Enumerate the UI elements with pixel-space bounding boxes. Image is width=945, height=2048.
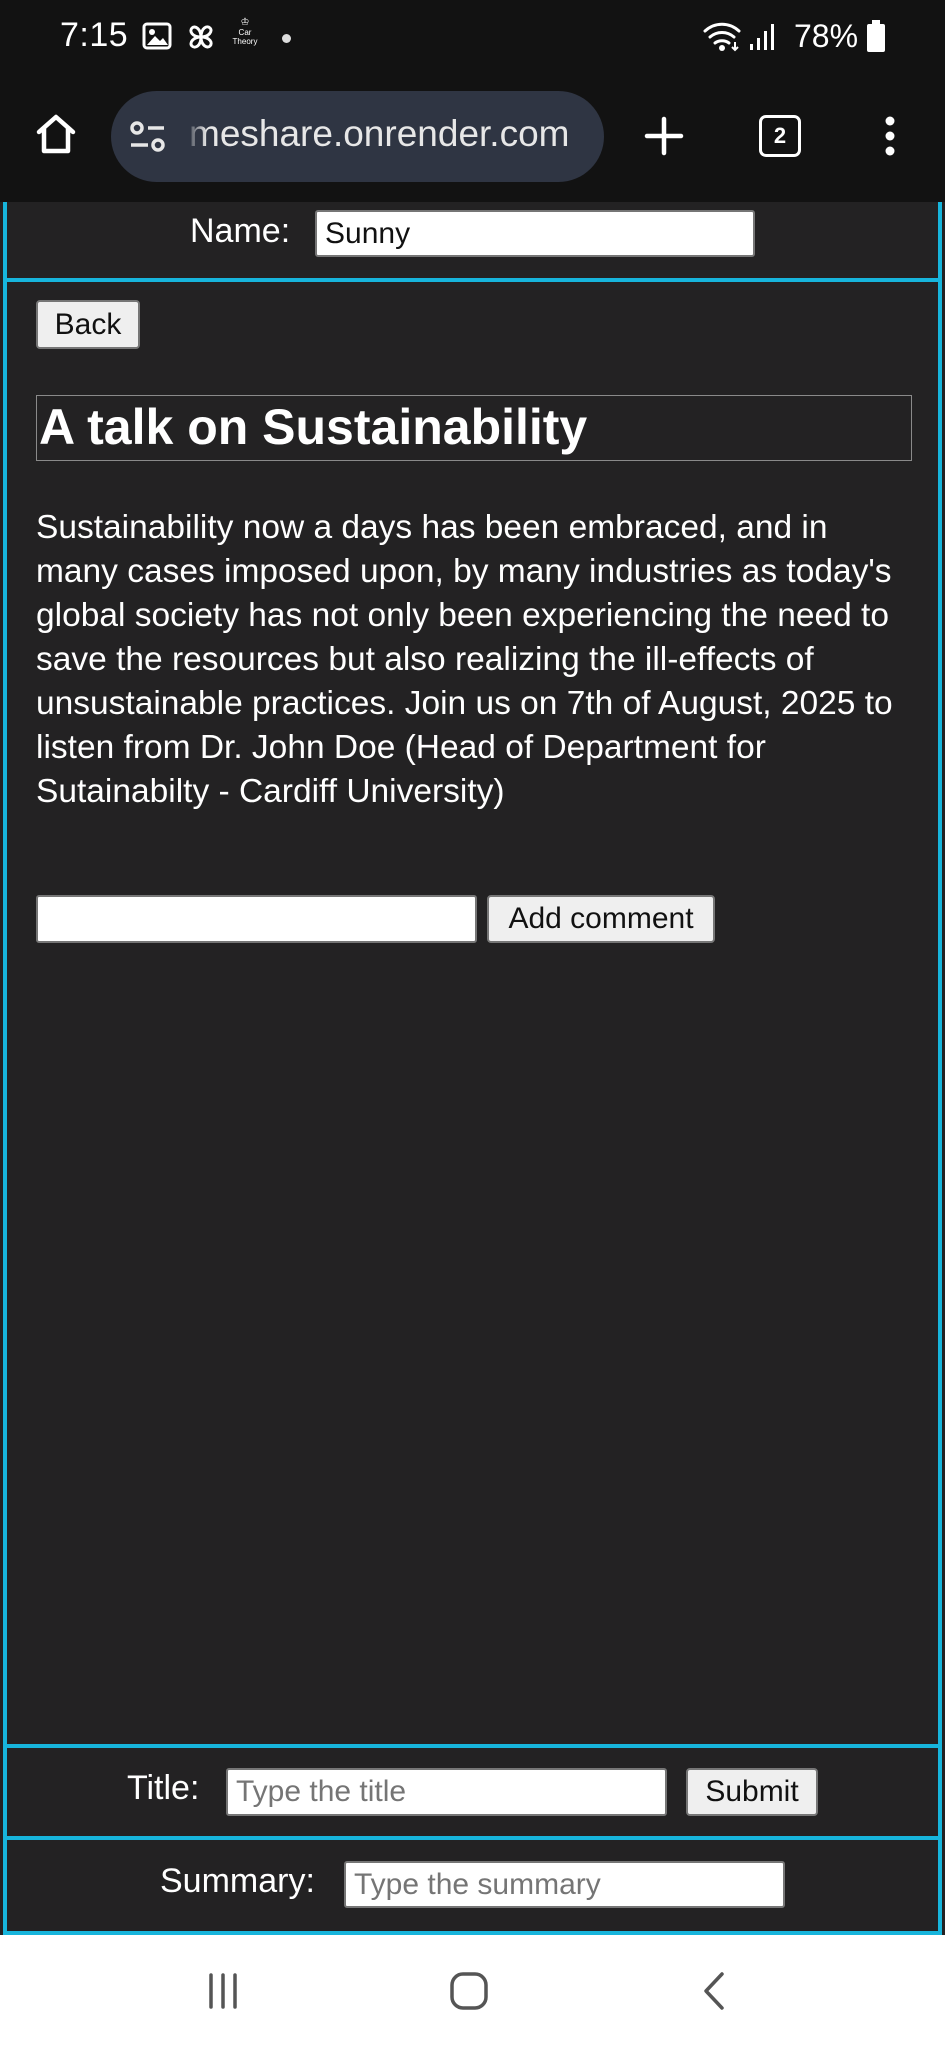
address-bar[interactable]: meshare.onrender.com [111,91,604,182]
name-label: Name: [190,212,291,250]
back-button[interactable]: Back [36,300,140,349]
summary-label: Summary: [160,1862,315,1900]
status-time: 7:15 [60,16,129,54]
more-vertical-icon [885,116,895,156]
signal-icon [750,24,774,50]
status-bar: 7:15 ♔ Car Theory 78% [0,0,945,78]
post-body: Sustainability now a days has been embra… [36,509,893,810]
tab-switcher-button[interactable]: 2 [752,108,808,164]
name-input[interactable] [315,210,755,257]
home-button[interactable] [28,106,84,162]
home-icon [36,114,76,154]
tab-count: 2 [759,115,801,157]
summary-input[interactable] [344,1861,785,1908]
submit-button[interactable]: Submit [686,1768,818,1816]
title-label: Title: [127,1769,200,1807]
home-nav-button[interactable] [436,1963,502,2019]
site-settings-icon[interactable] [128,117,168,157]
battery-icon [867,20,885,52]
notification-dot [282,34,291,43]
wifi-icon [703,22,741,52]
car-theory-label-top: Car [238,28,252,37]
home-nav-icon [450,1972,488,2010]
battery-percent: 78% [794,18,859,54]
pinwheel-icon [189,25,213,49]
comment-input[interactable] [36,895,477,943]
car-theory-label-bottom: Theory [232,37,258,46]
back-arrow-icon [704,1972,724,2010]
back-nav-button[interactable] [682,1963,748,2019]
add-comment-button[interactable]: Add comment [487,895,715,943]
plus-icon [644,116,684,156]
image-icon [142,22,172,50]
post-title: A talk on Sustainability [36,395,912,461]
system-nav-bar [0,1935,945,2048]
browser-toolbar: meshare.onrender.com 2 [0,78,945,202]
recent-apps-button[interactable] [190,1963,256,2019]
title-input[interactable] [226,1768,667,1816]
car-theory-icon: ♔ Car Theory [228,18,262,52]
new-tab-button[interactable] [636,108,692,164]
more-menu-button[interactable] [862,108,918,164]
post-section [3,278,942,1750]
url-fade [185,91,207,182]
url-text: meshare.onrender.com [189,113,570,154]
web-content: Name: Back A talk on Sustainability Sust… [0,202,945,1935]
recent-apps-icon [209,1973,237,2009]
